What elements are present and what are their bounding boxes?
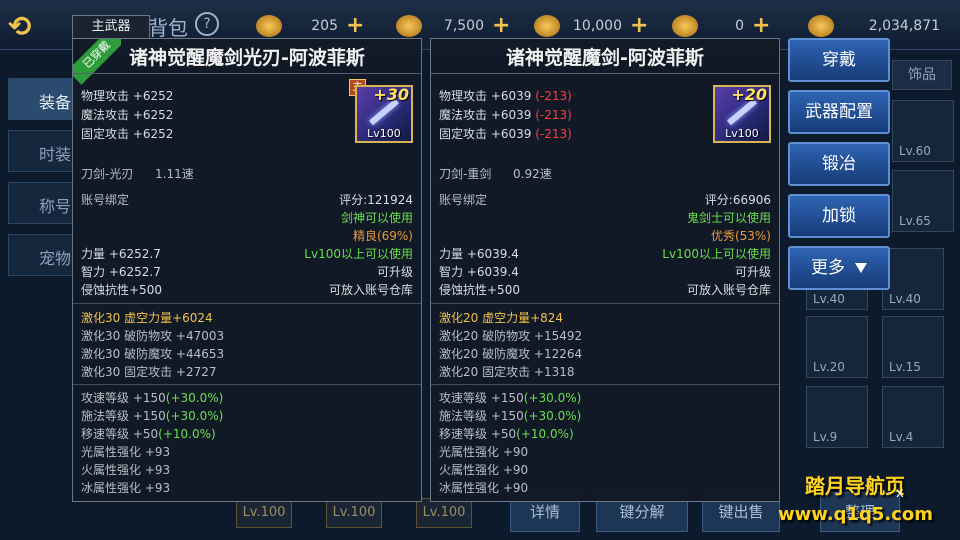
gold-icon	[808, 15, 834, 37]
storage-note: 可放入账号仓库	[686, 283, 771, 297]
bag-title: 背包	[148, 16, 188, 40]
magic-attack: 魔法攻击 +6039 (-213)	[439, 108, 572, 122]
quality: 精良(69%)	[352, 229, 413, 243]
chevron-down-icon	[855, 263, 867, 273]
fixed-attack: 固定攻击 +6252	[81, 127, 174, 141]
inventory-slot[interactable]: Lv.40	[882, 248, 944, 310]
usable-class: 剑神可以使用	[340, 211, 413, 225]
intelligence: 智力 +6039.4	[439, 265, 519, 279]
tab-accessories[interactable]: 饰品	[892, 60, 952, 90]
compare-item-panel: 诸神觉醒魔剑-阿波菲斯 +20 Lv100 物理攻击 +6039 (-213) …	[430, 38, 780, 502]
ice-element: 冰属性强化 +90	[439, 481, 529, 495]
quality: 优秀(53%)	[710, 229, 771, 243]
add-ticket-button[interactable]: +	[492, 15, 510, 37]
weapon-type: 刀剑-光刃	[81, 167, 134, 181]
fire-element: 火属性强化 +90	[439, 463, 529, 477]
awaken-stat: 激化20 破防魔攻 +12264	[439, 347, 583, 361]
physical-attack: 物理攻击 +6252	[81, 89, 174, 103]
attack-speed: 1.11速	[155, 167, 194, 181]
equipped-slot[interactable]: Lv.100	[326, 498, 382, 528]
corrosion-resist: 侵蚀抗性+500	[81, 283, 162, 297]
awaken-stat: 激化30 固定攻击 +2727	[81, 365, 217, 379]
awaken-stat: 激化20 破防物攻 +15492	[439, 329, 583, 343]
move-speed-level: 移速等级 +50(+10.0%)	[439, 427, 574, 441]
side-tab-equipment[interactable]: 装备	[8, 78, 78, 120]
coin-icon	[672, 15, 698, 37]
add-hat-button[interactable]: +	[630, 15, 648, 37]
item-name: 诸神觉醒魔剑光刃-阿波菲斯	[129, 47, 365, 69]
currency-gold: 2,034,871	[808, 14, 940, 38]
lock-button[interactable]: 加锁	[788, 194, 890, 238]
wear-button[interactable]: 穿戴	[788, 38, 890, 82]
add-coin-button[interactable]: +	[752, 15, 770, 37]
side-tab-pet[interactable]: 宠物	[8, 234, 78, 276]
cast-speed-level: 施法等级 +150(+30.0%)	[81, 409, 224, 423]
help-icon[interactable]: ?	[195, 12, 219, 36]
attack-speed-level: 攻速等级 +150(+30.0%)	[81, 391, 224, 405]
back-arrow-icon[interactable]: ⟲	[8, 10, 78, 43]
bind-status: 账号绑定	[439, 193, 488, 207]
item-name: 诸神觉醒魔剑-阿波菲斯	[506, 47, 704, 69]
more-button[interactable]: 更多	[788, 246, 890, 290]
awaken-stat: 激化30 破防物攻 +47003	[81, 329, 225, 343]
equipped-slot[interactable]: Lv.100	[416, 498, 472, 528]
usable-class: 鬼剑士可以使用	[686, 211, 771, 225]
physical-attack: 物理攻击 +6039 (-213)	[439, 89, 572, 103]
strength: 力量 +6039.4	[439, 247, 519, 261]
currency-ticket: 7,500 +	[396, 14, 510, 38]
inventory-slot[interactable]: Lv.15	[882, 316, 944, 378]
fixed-attack: 固定攻击 +6039 (-213)	[439, 127, 572, 141]
move-speed-level: 移速等级 +50(+10.0%)	[81, 427, 216, 441]
tab-main-weapon[interactable]: 主武器	[72, 15, 150, 38]
side-tab-title[interactable]: 称号	[8, 182, 78, 224]
storage-note: 可放入账号仓库	[328, 283, 413, 297]
strength: 力量 +6252.7	[81, 247, 161, 261]
close-icon[interactable]: x	[896, 486, 904, 501]
watermark-url: www.q1q5.com	[778, 504, 934, 525]
score: 评分:121924	[339, 193, 413, 207]
intelligence: 智力 +6252.7	[81, 265, 161, 279]
light-element: 光属性强化 +93	[81, 445, 171, 459]
watermark-title: 踏月导航页	[805, 474, 905, 498]
awaken-stat: 激化20 固定攻击 +1318	[439, 365, 575, 379]
awaken-void-strength: 激化30 虚空力量+6024	[81, 311, 213, 325]
currency-gem: 205 +	[256, 14, 364, 38]
inventory-slot[interactable]: Lv.20	[806, 316, 868, 378]
cast-speed-level: 施法等级 +150(+30.0%)	[439, 409, 582, 423]
sword-icon: +20 Lv100	[713, 85, 771, 143]
magic-attack: 魔法攻击 +6252	[81, 108, 174, 122]
ticket-icon	[396, 15, 422, 37]
light-element: 光属性强化 +90	[439, 445, 529, 459]
inventory-slot[interactable]: Lv.65	[892, 170, 954, 232]
awaken-stat: 激化30 破防魔攻 +44653	[81, 347, 225, 361]
side-tab-fashion[interactable]: 时装	[8, 130, 78, 172]
currency-hat: 10,000 +	[534, 14, 648, 38]
equipped-item-panel: 已穿戴 诸神觉醒魔剑光刃-阿波菲斯 主 +30 Lv100 物理攻击 +6252…	[72, 38, 422, 502]
weapon-config-button[interactable]: 武器配置	[788, 90, 890, 134]
bind-status: 账号绑定	[81, 193, 130, 207]
hat-icon	[534, 15, 560, 37]
corrosion-resist: 侵蚀抗性+500	[439, 283, 520, 297]
weapon-type: 刀剑-重剑	[439, 167, 492, 181]
forge-button[interactable]: 锻冶	[788, 142, 890, 186]
level-requirement: Lv100以上可以使用	[304, 247, 413, 261]
attack-speed: 0.92速	[513, 167, 552, 181]
attack-speed-level: 攻速等级 +150(+30.0%)	[439, 391, 582, 405]
level-requirement: Lv100以上可以使用	[662, 247, 771, 261]
inventory-slot[interactable]: Lv.9	[806, 386, 868, 448]
score: 评分:66906	[704, 193, 771, 207]
awaken-void-strength: 激化20 虚空力量+824	[439, 311, 564, 325]
upgradable: 可升级	[376, 265, 413, 279]
equipped-slot[interactable]: Lv.100	[236, 498, 292, 528]
inventory-slot[interactable]: Lv.60	[892, 100, 954, 162]
gem-icon	[256, 15, 282, 37]
fire-element: 火属性强化 +93	[81, 463, 171, 477]
currency-coin: 0 +	[672, 14, 770, 38]
inventory-slot[interactable]: Lv.4	[882, 386, 944, 448]
sword-icon: +30 Lv100	[355, 85, 413, 143]
ice-element: 冰属性强化 +93	[81, 481, 171, 495]
upgradable: 可升级	[734, 265, 771, 279]
add-gem-button[interactable]: +	[346, 15, 364, 37]
